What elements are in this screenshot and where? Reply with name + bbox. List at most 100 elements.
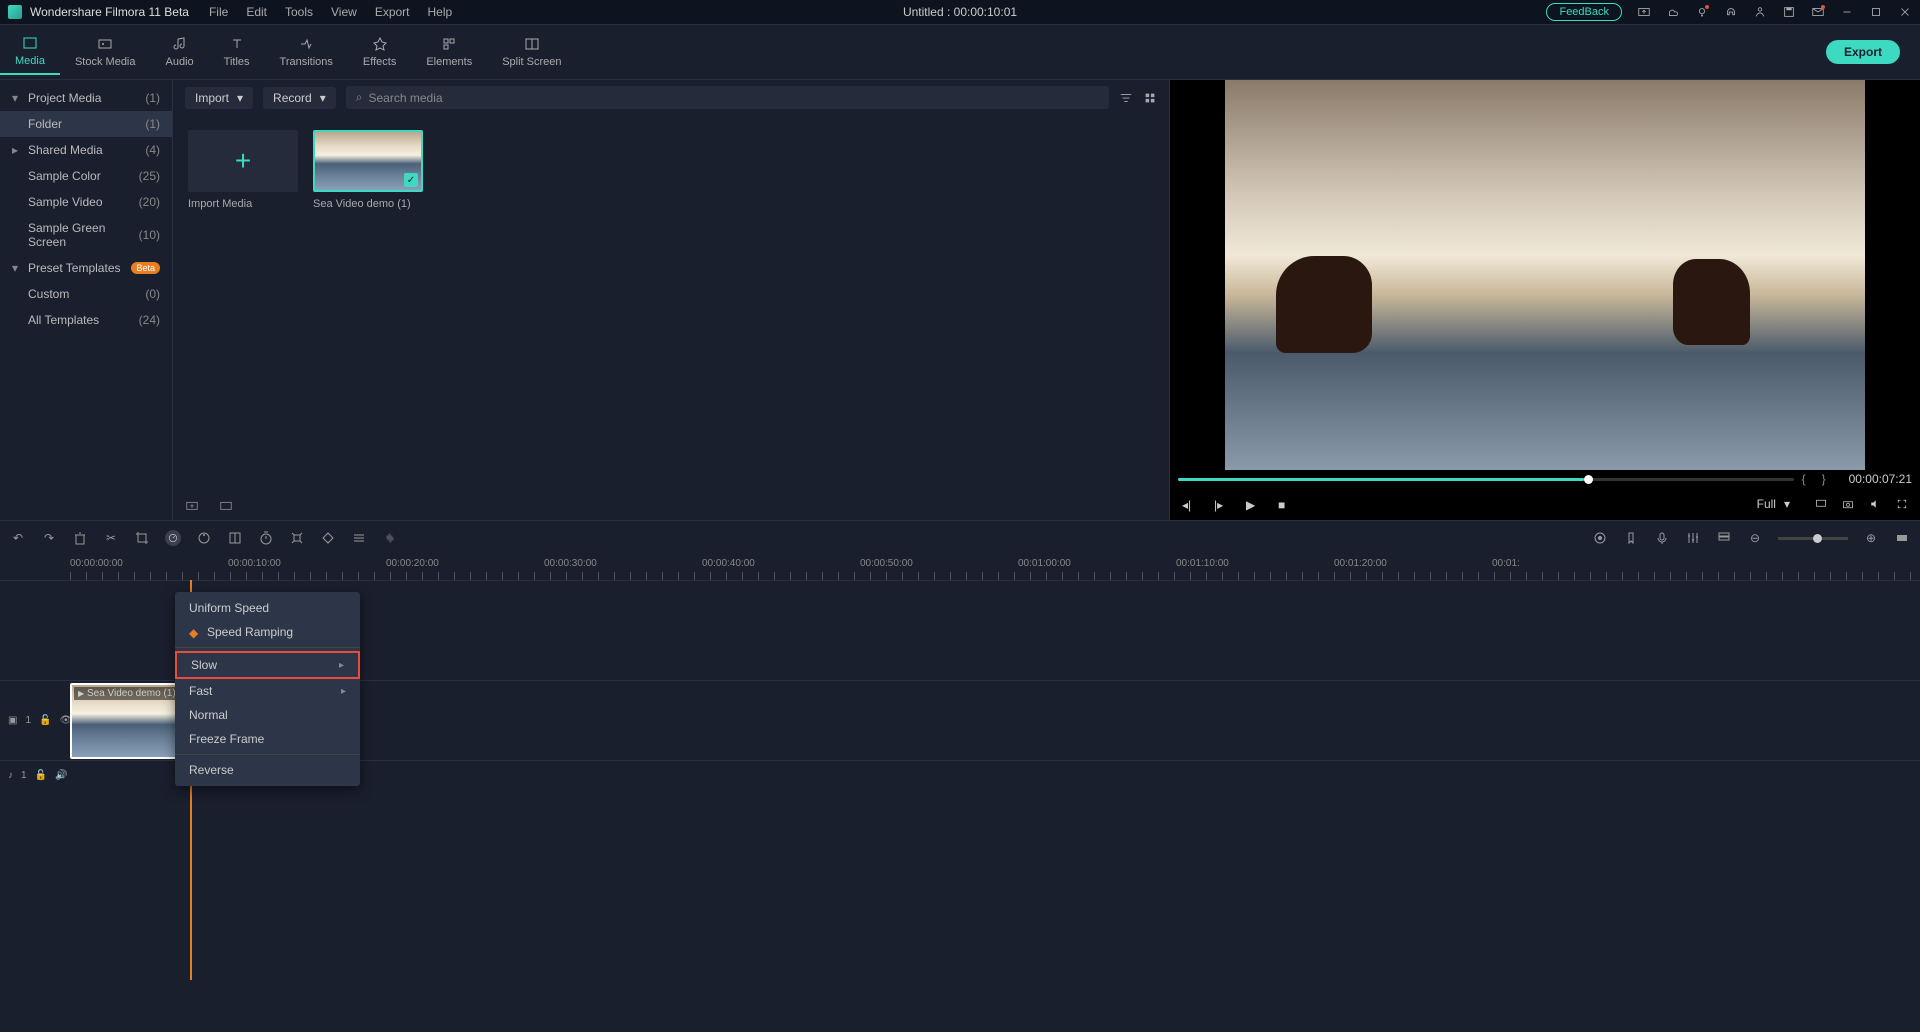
snapshot-icon[interactable]: [1842, 498, 1854, 510]
preview-timecode: 00:00:07:21: [1849, 472, 1912, 486]
plus-icon: +: [235, 145, 251, 177]
folder-icon[interactable]: [219, 498, 233, 512]
menu-reverse[interactable]: Reverse: [175, 758, 360, 782]
tab-transitions[interactable]: Transitions: [265, 30, 348, 74]
audio-track-icon: ♪: [8, 770, 13, 781]
marker-in[interactable]: {: [1802, 472, 1806, 486]
play-icon[interactable]: ▶: [1246, 498, 1258, 510]
sidebar-sample-color[interactable]: Sample Color(25): [0, 163, 172, 189]
volume-icon[interactable]: [1869, 498, 1881, 510]
search-input[interactable]: ⌕Search media: [346, 86, 1109, 109]
zoom-fit-icon[interactable]: [1894, 530, 1910, 546]
menu-export[interactable]: Export: [375, 5, 410, 19]
track-manager-icon[interactable]: [1716, 530, 1732, 546]
undo-icon[interactable]: ↶: [10, 530, 26, 546]
record-dropdown[interactable]: Record▾: [263, 87, 336, 109]
sidebar-preset-templates[interactable]: ▾Preset TemplatesBeta: [0, 255, 172, 281]
sidebar-sample-video[interactable]: Sample Video(20): [0, 189, 172, 215]
app-logo: [8, 5, 22, 19]
export-queue-icon[interactable]: [1637, 5, 1651, 19]
menu-help[interactable]: Help: [428, 5, 453, 19]
menu-file[interactable]: File: [209, 5, 228, 19]
media-sidebar: ▾Project Media(1) Folder(1) ▸Shared Medi…: [0, 80, 173, 520]
zoom-slider[interactable]: [1778, 537, 1848, 540]
sidebar-custom[interactable]: Custom(0): [0, 281, 172, 307]
voiceover-icon[interactable]: [1654, 530, 1670, 546]
mute-icon[interactable]: 🔊: [55, 770, 67, 781]
menu-fast[interactable]: Fast▸: [175, 679, 360, 703]
menu-view[interactable]: View: [331, 5, 357, 19]
maximize-icon[interactable]: [1869, 5, 1883, 19]
app-title: Wondershare Filmora 11 Beta: [30, 5, 189, 19]
speed-icon[interactable]: [165, 530, 181, 546]
green-screen-icon[interactable]: [227, 530, 243, 546]
prev-frame-icon[interactable]: ◂|: [1182, 498, 1194, 510]
menu-tools[interactable]: Tools: [285, 5, 313, 19]
sidebar-all-templates[interactable]: All Templates(24): [0, 307, 172, 333]
minimize-icon[interactable]: [1840, 5, 1854, 19]
mixer-icon[interactable]: [1685, 530, 1701, 546]
menu-slow[interactable]: Slow▸: [175, 651, 360, 679]
audio-detach-icon[interactable]: [382, 530, 398, 546]
sidebar-sample-green[interactable]: Sample Green Screen(10): [0, 215, 172, 255]
tab-elements[interactable]: Elements: [411, 30, 487, 74]
save-icon[interactable]: [1782, 5, 1796, 19]
headset-icon[interactable]: [1724, 5, 1738, 19]
quality-dropdown[interactable]: Full ▾: [1747, 493, 1800, 515]
speed-context-menu: Uniform Speed ◆Speed Ramping Slow▸ Fast▸…: [175, 592, 360, 786]
cut-icon[interactable]: ✂: [103, 530, 119, 546]
fullscreen-icon[interactable]: [1896, 498, 1908, 510]
color-icon[interactable]: [196, 530, 212, 546]
motion-tracking-icon[interactable]: [289, 530, 305, 546]
menu-normal[interactable]: Normal: [175, 703, 360, 727]
lightbulb-icon[interactable]: [1695, 5, 1709, 19]
close-icon[interactable]: [1898, 5, 1912, 19]
next-frame-icon[interactable]: |▸: [1214, 498, 1226, 510]
lock-icon[interactable]: 🔓: [35, 770, 47, 781]
mail-icon[interactable]: [1811, 5, 1825, 19]
menu-freeze-frame[interactable]: Freeze Frame: [175, 727, 360, 751]
menu-edit[interactable]: Edit: [246, 5, 267, 19]
sidebar-project-media[interactable]: ▾Project Media(1): [0, 85, 172, 111]
marker-out[interactable]: }: [1822, 472, 1826, 486]
export-button[interactable]: Export: [1826, 40, 1900, 64]
tab-split-screen[interactable]: Split Screen: [487, 30, 576, 74]
crop-icon[interactable]: [134, 530, 150, 546]
redo-icon[interactable]: ↷: [41, 530, 57, 546]
tab-effects[interactable]: Effects: [348, 30, 411, 74]
media-clip-1[interactable]: ✓ Sea Video demo (1): [313, 130, 423, 210]
menu-uniform-speed[interactable]: Uniform Speed: [175, 596, 360, 620]
stop-icon[interactable]: ■: [1278, 498, 1290, 510]
zoom-out-icon[interactable]: ⊖: [1747, 530, 1763, 546]
sidebar-shared-media[interactable]: ▸Shared Media(4): [0, 137, 172, 163]
tab-titles[interactable]: Titles: [209, 30, 265, 74]
user-icon[interactable]: [1753, 5, 1767, 19]
render-icon[interactable]: [1592, 530, 1608, 546]
chevron-down-icon: ▾: [237, 91, 243, 105]
tab-stock-media[interactable]: Stock Media: [60, 30, 151, 74]
delete-icon[interactable]: [72, 530, 88, 546]
submenu-arrow-icon: ▸: [339, 660, 344, 671]
sidebar-folder[interactable]: Folder(1): [0, 111, 172, 137]
duration-icon[interactable]: [258, 530, 274, 546]
menu-speed-ramping[interactable]: ◆Speed Ramping: [175, 620, 360, 644]
import-media-tile[interactable]: + Import Media: [188, 130, 298, 210]
grid-view-icon[interactable]: [1143, 91, 1157, 105]
marker-icon[interactable]: [1623, 530, 1639, 546]
feedback-button[interactable]: FeedBack: [1546, 3, 1622, 21]
zoom-in-icon[interactable]: ⊕: [1863, 530, 1879, 546]
preview-scrubber[interactable]: [1178, 478, 1794, 481]
timeline-ruler[interactable]: 00:00:00:00 00:00:10:00 00:00:20:00 00:0…: [0, 555, 1920, 580]
add-folder-icon[interactable]: [185, 498, 199, 512]
filter-icon[interactable]: [1119, 91, 1133, 105]
search-icon: ⌕: [356, 90, 363, 105]
cloud-icon[interactable]: [1666, 5, 1680, 19]
adjust-icon[interactable]: [351, 530, 367, 546]
lock-icon[interactable]: 🔓: [39, 715, 51, 726]
keyframe-icon[interactable]: [320, 530, 336, 546]
diamond-icon: ◆: [189, 626, 201, 638]
tab-media[interactable]: Media: [0, 29, 60, 75]
tab-audio[interactable]: Audio: [151, 30, 209, 74]
monitor-icon[interactable]: [1815, 498, 1827, 510]
import-dropdown[interactable]: Import▾: [185, 87, 253, 109]
